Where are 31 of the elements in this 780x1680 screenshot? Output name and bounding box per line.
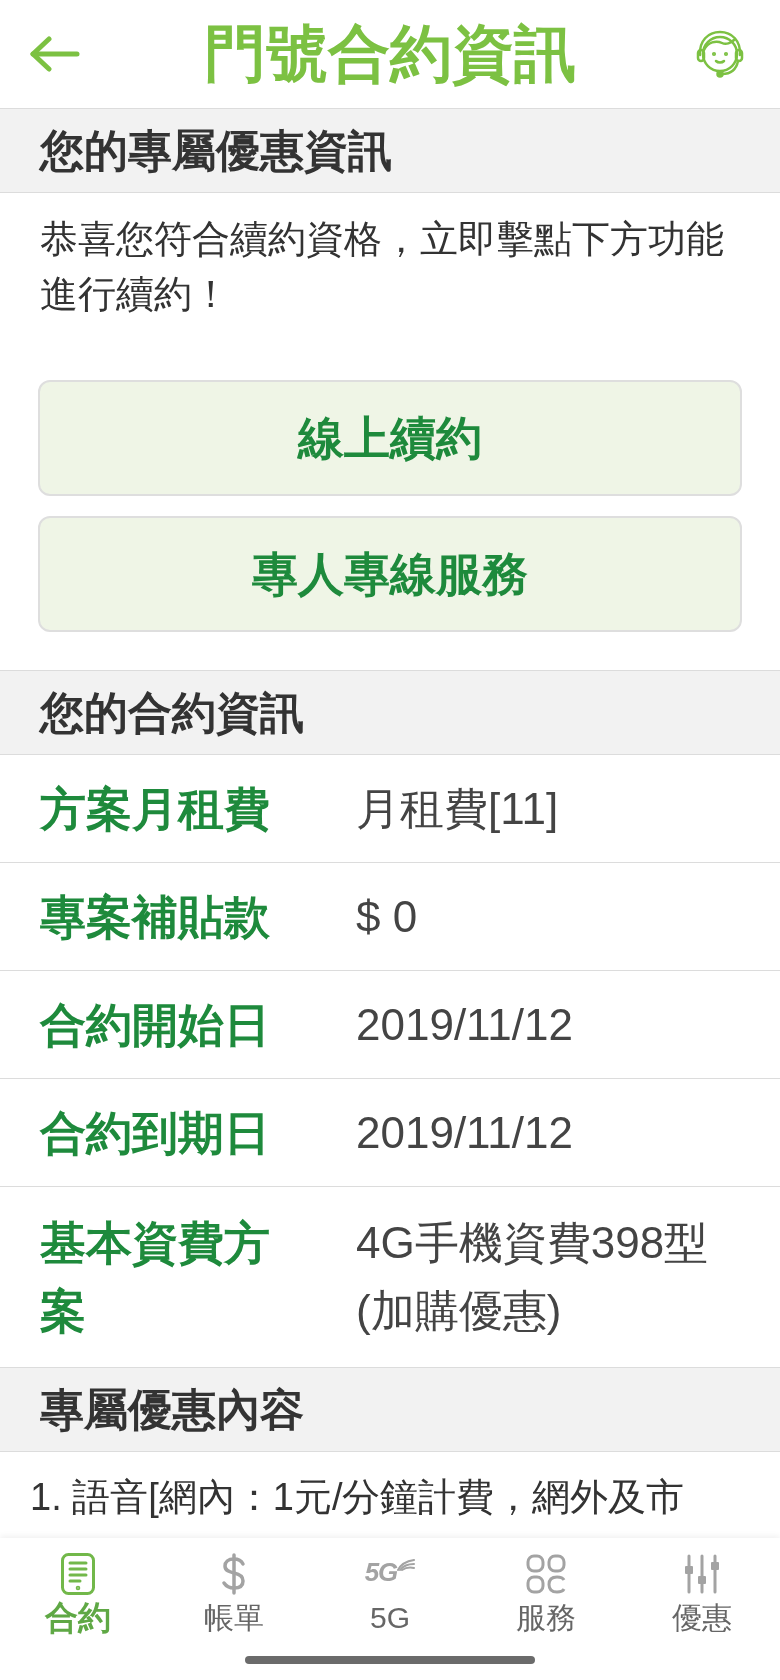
field-value: 月租費[11] [356,782,560,835]
nav-tab[interactable]: 帳單 [156,1552,312,1640]
headset-agent-icon [696,29,744,79]
sliders-icon [684,1554,720,1594]
section-title: 您的專屬優惠資訊 [40,128,392,173]
support-agent-button[interactable] [696,29,744,79]
nav-tab[interactable]: 服務 [468,1552,624,1640]
eligibility-message: 恭喜您符合續約資格，立即擊點下方功能進行續約！ [40,217,725,317]
field-label: 基本資費方案 [40,1216,271,1339]
action-button[interactable]: 線上續約 [38,380,742,496]
field-label: 方案月租費 [40,781,271,837]
field-value: 4G手機資費398型(加購優惠) [356,1217,710,1337]
page-title: 門號合約資訊 [204,23,576,85]
field-value: 2019/11/12 [356,1106,574,1159]
section-title: 您的合約資訊 [40,690,304,735]
field-label: 合約到期日 [40,1105,271,1161]
logo-text: 5G [364,1559,398,1585]
document-icon [61,1553,95,1595]
field-label: 合約開始日 [40,997,271,1053]
field-value: 2019/11/12 [356,998,574,1051]
nav-tab[interactable]: 合約 [0,1552,156,1640]
field-label: 專案補貼款 [40,889,271,945]
action-button[interactable]: 專人專線服務 [38,516,742,632]
dollar-icon [221,1553,247,1595]
signal-waves-icon [397,1559,416,1571]
nav-tab[interactable]: 優惠 [624,1552,780,1640]
field-value: $ 0 [356,890,419,943]
benefit-text: 1. 語音[網內：1元/分鐘計費，網外及市 [30,1475,686,1520]
section-title: 專屬優惠內容 [40,1387,304,1432]
grid-icon [526,1554,566,1594]
nav-tab[interactable]: 5G 5G [312,1552,468,1640]
